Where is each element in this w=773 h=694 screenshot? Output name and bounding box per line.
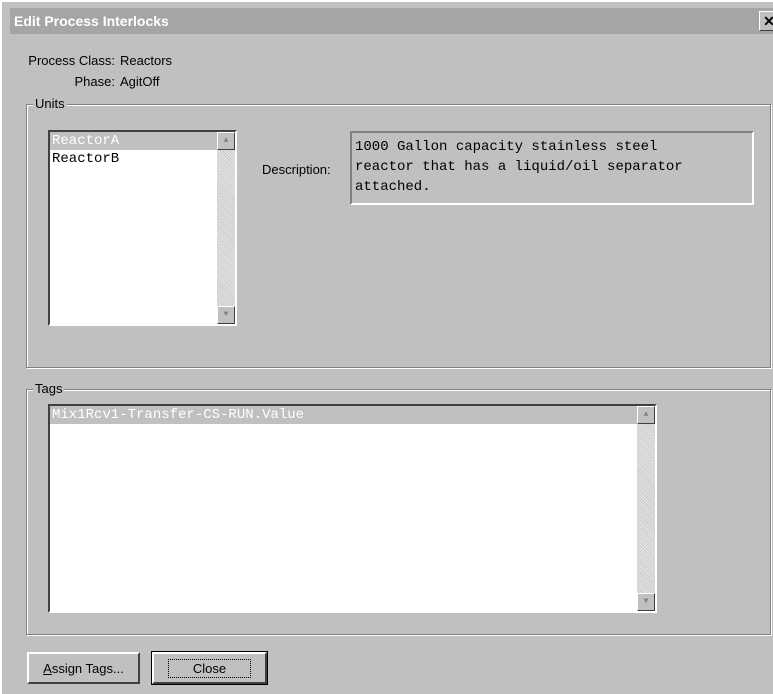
tags-legend: Tags [33,381,65,396]
units-group: Units ReactorA ReactorB ▲ ▼ Description: … [26,96,771,368]
close-icon[interactable]: ✕ [759,11,773,31]
phase-row: Phase: AgitOff [2,74,160,89]
up-arrow-icon[interactable]: ▲ [217,132,235,150]
units-listbox[interactable]: ReactorA ReactorB ▲ ▼ [48,130,237,326]
assign-tags-label: ssign Tags... [51,660,124,676]
down-arrow-icon[interactable]: ▼ [217,306,235,324]
tag-list-item[interactable]: Mix1Rcv1-Transfer-CS-RUN.Value [50,406,655,424]
process-class-row: Process Class: Reactors [2,53,172,68]
up-arrow-icon[interactable]: ▲ [637,406,655,424]
tags-group: Tags Mix1Rcv1-Transfer-CS-RUN.Value ▲ ▼ [26,381,771,635]
units-scrollbar[interactable]: ▲ ▼ [217,132,235,324]
phase-label: Phase: [74,74,115,89]
unit-list-item[interactable]: ReactorB [50,150,235,168]
process-class-value: Reactors [120,53,173,68]
tags-listbox[interactable]: Mix1Rcv1-Transfer-CS-RUN.Value ▲ ▼ [48,404,657,613]
tags-scrollbar[interactable]: ▲ ▼ [637,406,655,611]
assign-tags-mnemonic: A [43,660,52,676]
window-title: Edit Process Interlocks [14,13,169,29]
phase-value: AgitOff [120,74,160,89]
close-button-label: Close [167,658,252,678]
down-arrow-icon[interactable]: ▼ [637,593,655,611]
unit-list-item[interactable]: ReactorA [50,132,235,150]
assign-tags-button[interactable]: Assign Tags... [27,652,140,684]
description-label: Description: [262,162,331,177]
edit-process-interlocks-dialog: Edit Process Interlocks ✕ Process Class:… [0,0,773,694]
title-bar[interactable]: Edit Process Interlocks ✕ [10,8,773,34]
units-legend: Units [33,96,67,111]
close-button[interactable]: Close [151,651,268,685]
process-class-label: Process Class: [28,53,115,68]
description-field[interactable]: 1000 Gallon capacity stainless steel rea… [350,131,754,205]
